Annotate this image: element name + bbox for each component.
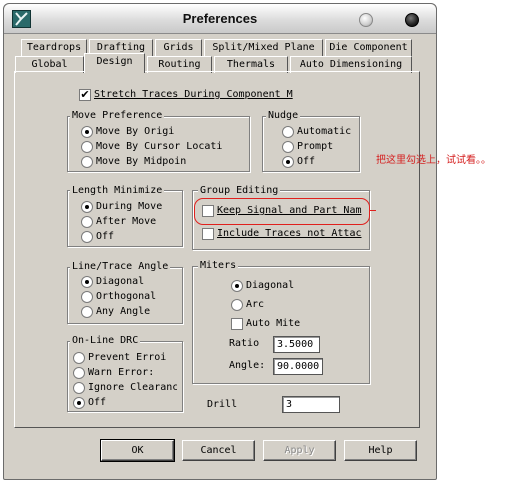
title-bar[interactable]: Preferences: [4, 4, 436, 34]
move-preference-label: Move Preference: [70, 110, 165, 122]
radio-icon: [81, 156, 93, 168]
option-label: Arc: [246, 299, 265, 310]
angle-label: Angle:: [229, 360, 266, 371]
radio-icon: [81, 231, 93, 243]
option-label: Move By Midpoin: [96, 156, 187, 167]
online-drc-label: On-Line DRC: [70, 335, 141, 347]
radio-icon: [81, 306, 93, 318]
angle-input[interactable]: 90.0000: [273, 358, 323, 375]
option-label: Move By Cursor Locati: [96, 141, 223, 152]
line-trace-angle-label: Line/Trace Angle: [70, 261, 171, 273]
tab-design[interactable]: Design: [84, 53, 145, 73]
radio-icon: [81, 291, 93, 303]
stretch-traces-checkbox[interactable]: ✔ Stretch Traces During Component M: [79, 88, 295, 102]
option-label: Auto Mite: [246, 318, 301, 329]
option-label: Automatic: [297, 126, 352, 137]
after-move-radio[interactable]: After Move: [81, 215, 181, 229]
miter-arc-radio[interactable]: Arc: [231, 298, 331, 312]
annotation-text: 把这里勾选上，试试看。。: [376, 155, 491, 166]
group-editing-label: Group Editing: [198, 185, 281, 197]
radio-selected-icon: [81, 276, 93, 288]
during-move-radio[interactable]: During Move: [81, 200, 181, 214]
nudge-off-radio[interactable]: Off: [282, 155, 357, 169]
annotation-highlight: [194, 198, 370, 225]
option-label: Off: [88, 397, 107, 408]
tab-die-component[interactable]: Die Component: [325, 39, 412, 56]
length-minimize-label: Length Minimize: [70, 185, 165, 197]
option-label: Include Traces not Attac: [217, 228, 362, 239]
option-label: Off: [297, 156, 316, 167]
radio-icon: [73, 352, 85, 364]
option-label: Any Angle: [96, 306, 151, 317]
option-label: Diagonal: [246, 280, 295, 291]
check-icon: ✔: [79, 88, 91, 101]
radio-icon: [282, 141, 294, 153]
option-label: Warn Error:: [88, 367, 155, 378]
option-label: Prevent Erroi: [88, 352, 167, 363]
drc-off-radio[interactable]: Off: [73, 396, 177, 410]
help-button[interactable]: Help: [344, 440, 417, 461]
prevent-errors-radio[interactable]: Prevent Erroi: [73, 351, 177, 365]
tab-grids[interactable]: Grids: [155, 39, 202, 56]
option-label: Off: [96, 231, 115, 242]
radio-icon: [231, 299, 243, 311]
nudge-prompt-radio[interactable]: Prompt: [282, 140, 357, 154]
radio-selected-icon: [81, 126, 93, 138]
ratio-label: Ratio: [229, 338, 260, 349]
annotation-connector: [370, 210, 376, 211]
nudge-label: Nudge: [266, 110, 301, 122]
tab-split-mixed-plane[interactable]: Split/Mixed Plane: [204, 39, 323, 56]
radio-icon: [73, 382, 85, 394]
length-minimize-off-radio[interactable]: Off: [81, 230, 181, 244]
miters-label: Miters: [198, 260, 239, 272]
option-label: Diagonal: [96, 276, 145, 287]
radio-selected-icon: [73, 397, 85, 409]
checkbox-icon: [202, 228, 214, 240]
drill-label: Drill: [207, 399, 238, 410]
move-by-midpoint-radio[interactable]: Move By Midpoin: [81, 155, 241, 169]
move-by-cursor-radio[interactable]: Move By Cursor Locati: [81, 140, 241, 154]
option-label: Ignore Clearanc: [88, 382, 177, 393]
radio-icon: [73, 367, 85, 379]
radio-selected-icon: [282, 156, 294, 168]
drill-input[interactable]: 3: [282, 396, 340, 413]
angle-orthogonal-radio[interactable]: Orthogonal: [81, 290, 181, 304]
apply-button[interactable]: Apply: [263, 440, 336, 461]
option-label: During Move: [96, 201, 163, 212]
angle-any-radio[interactable]: Any Angle: [81, 305, 181, 319]
option-label: Move By Origi: [96, 126, 175, 137]
include-traces-checkbox[interactable]: Include Traces not Attac: [202, 227, 366, 241]
ratio-input[interactable]: 3.5000: [273, 336, 320, 353]
ok-button[interactable]: OK: [100, 439, 175, 462]
miter-diagonal-radio[interactable]: Diagonal: [231, 279, 331, 293]
radio-icon: [81, 141, 93, 153]
option-label: After Move: [96, 216, 157, 227]
tab-teardrops[interactable]: Teardrops: [21, 39, 87, 56]
minimize-button[interactable]: [359, 13, 373, 27]
radio-icon: [81, 216, 93, 228]
close-button[interactable]: [405, 13, 419, 27]
checkbox-icon: [231, 318, 243, 330]
warn-errors-radio[interactable]: Warn Error:: [73, 366, 177, 380]
cancel-button[interactable]: Cancel: [182, 440, 255, 461]
stretch-traces-label: Stretch Traces During Component M: [94, 89, 293, 100]
radio-icon: [282, 126, 294, 138]
ignore-clearance-radio[interactable]: Ignore Clearanc: [73, 381, 177, 395]
nudge-automatic-radio[interactable]: Automatic: [282, 125, 357, 139]
move-by-origin-radio[interactable]: Move By Origi: [81, 125, 241, 139]
angle-diagonal-radio[interactable]: Diagonal: [81, 275, 181, 289]
radio-selected-icon: [231, 280, 243, 292]
radio-selected-icon: [81, 201, 93, 213]
option-label: Prompt: [297, 141, 334, 152]
auto-miter-checkbox[interactable]: Auto Mite: [231, 317, 331, 331]
option-label: Orthogonal: [96, 291, 157, 302]
